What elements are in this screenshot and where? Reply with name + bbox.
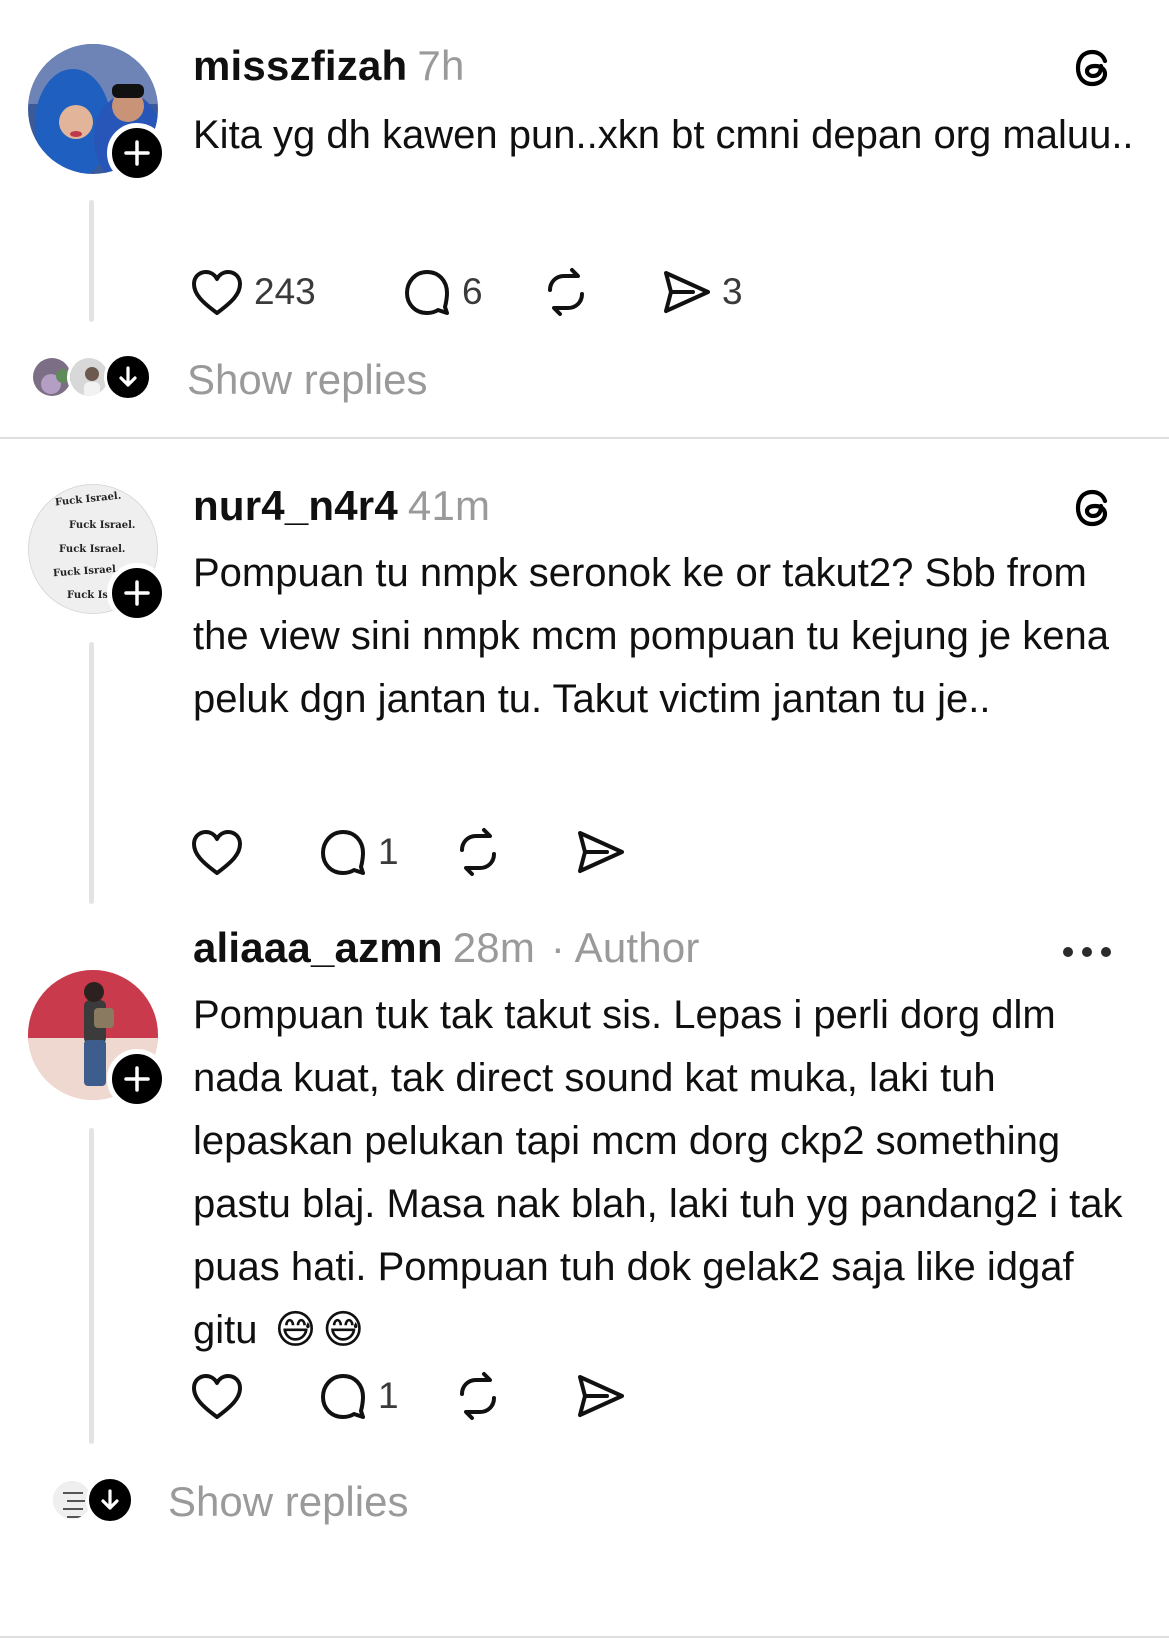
repost-button[interactable]	[540, 262, 592, 322]
username[interactable]: aliaaa_azmn 28m · Author	[193, 924, 700, 972]
action-row: 1	[190, 1366, 690, 1426]
plus-icon	[124, 580, 150, 606]
share-button[interactable]	[574, 1366, 626, 1426]
like-button[interactable]	[190, 1366, 244, 1426]
comment-icon	[405, 270, 449, 315]
post-time: 41m	[407, 482, 491, 529]
avatar-text-line: Fuck Israel.	[54, 490, 122, 509]
heart-icon	[192, 830, 242, 875]
more-icon[interactable]	[1063, 942, 1123, 962]
post-text: Pompuan tuk tak takut sis. Lepas i perli…	[193, 984, 1143, 1362]
thread-line	[89, 642, 94, 904]
avatar-text-line: Fuck Israel.	[59, 544, 126, 555]
comment-count: 1	[378, 831, 399, 872]
avatar-text-line: Fuck Israel.	[52, 563, 120, 580]
heart-icon	[192, 1374, 242, 1419]
share-button[interactable]	[574, 822, 626, 882]
avatar-text-line: Fuck Israel.	[69, 520, 136, 531]
comment-count: 6	[462, 271, 483, 312]
repost-button[interactable]	[452, 1366, 504, 1426]
post-text: Kita yg dh kawen pun..xkn bt cmni depan …	[193, 113, 1134, 157]
thread-line	[89, 1128, 94, 1444]
follow-button[interactable]	[107, 1049, 167, 1109]
repost-icon	[548, 268, 584, 316]
show-replies-link[interactable]: Show replies	[187, 356, 427, 404]
follow-button[interactable]	[107, 563, 167, 623]
threads-logo-icon	[1075, 49, 1108, 87]
comment-button[interactable]: 1	[318, 1366, 399, 1426]
post-aliaaa_azmn: aliaaa_azmn 28m · Author Pompuan tuk tak …	[0, 922, 1169, 1644]
arrow-down-icon	[101, 1489, 119, 1510]
comment-button[interactable]: 1	[318, 822, 399, 882]
repost-icon	[460, 828, 496, 876]
show-replies-link[interactable]: Show replies	[168, 1478, 408, 1526]
heart-icon	[192, 270, 242, 315]
like-count: 243	[254, 271, 316, 312]
username[interactable]: nur4_n4r4 41m	[193, 482, 490, 530]
comment-count: 1	[378, 1375, 399, 1416]
plus-icon	[124, 1066, 150, 1092]
username[interactable]: misszfizah 7h	[193, 42, 465, 90]
author-badge: · Author	[550, 924, 700, 971]
post-nur4_n4r4: Fuck Israel. Fuck Israel. Fuck Israel. F…	[0, 438, 1169, 908]
follow-button[interactable]	[107, 123, 167, 183]
comment-icon	[321, 830, 365, 875]
expand-replies-button[interactable]	[104, 353, 152, 401]
expand-replies-button[interactable]	[86, 1476, 134, 1524]
action-row: 243 6 3	[190, 262, 790, 322]
comment-button[interactable]: 6	[402, 262, 483, 322]
avatar-text-line: Fuck Is	[67, 590, 109, 601]
share-count: 3	[722, 271, 743, 312]
sweat-smile-emoji: 😅	[274, 1308, 317, 1352]
like-button[interactable]	[190, 822, 244, 882]
send-icon	[578, 831, 624, 873]
sweat-smile-emoji: 😅	[322, 1308, 365, 1352]
post-text: Pompuan tu nmpk seronok ke or takut2? Sb…	[193, 551, 1110, 721]
comment-icon	[321, 1374, 365, 1419]
send-icon	[578, 1375, 624, 1417]
threads-logo-icon	[1075, 489, 1108, 527]
share-button[interactable]: 3	[660, 262, 743, 322]
action-row: 1	[190, 822, 690, 882]
like-button[interactable]: 243	[190, 262, 316, 322]
send-icon	[664, 271, 710, 313]
arrow-down-icon	[119, 366, 137, 387]
plus-icon	[124, 140, 150, 166]
repost-button[interactable]	[452, 822, 504, 882]
repost-icon	[460, 1372, 496, 1420]
post-misszfizah: misszfizah 7h Kita yg dh kawen pun..xkn b…	[0, 0, 1169, 437]
post-time: 7h	[417, 42, 465, 89]
divider	[0, 1636, 1169, 1638]
post-time: 28m	[452, 924, 536, 971]
thread-line	[89, 200, 94, 322]
